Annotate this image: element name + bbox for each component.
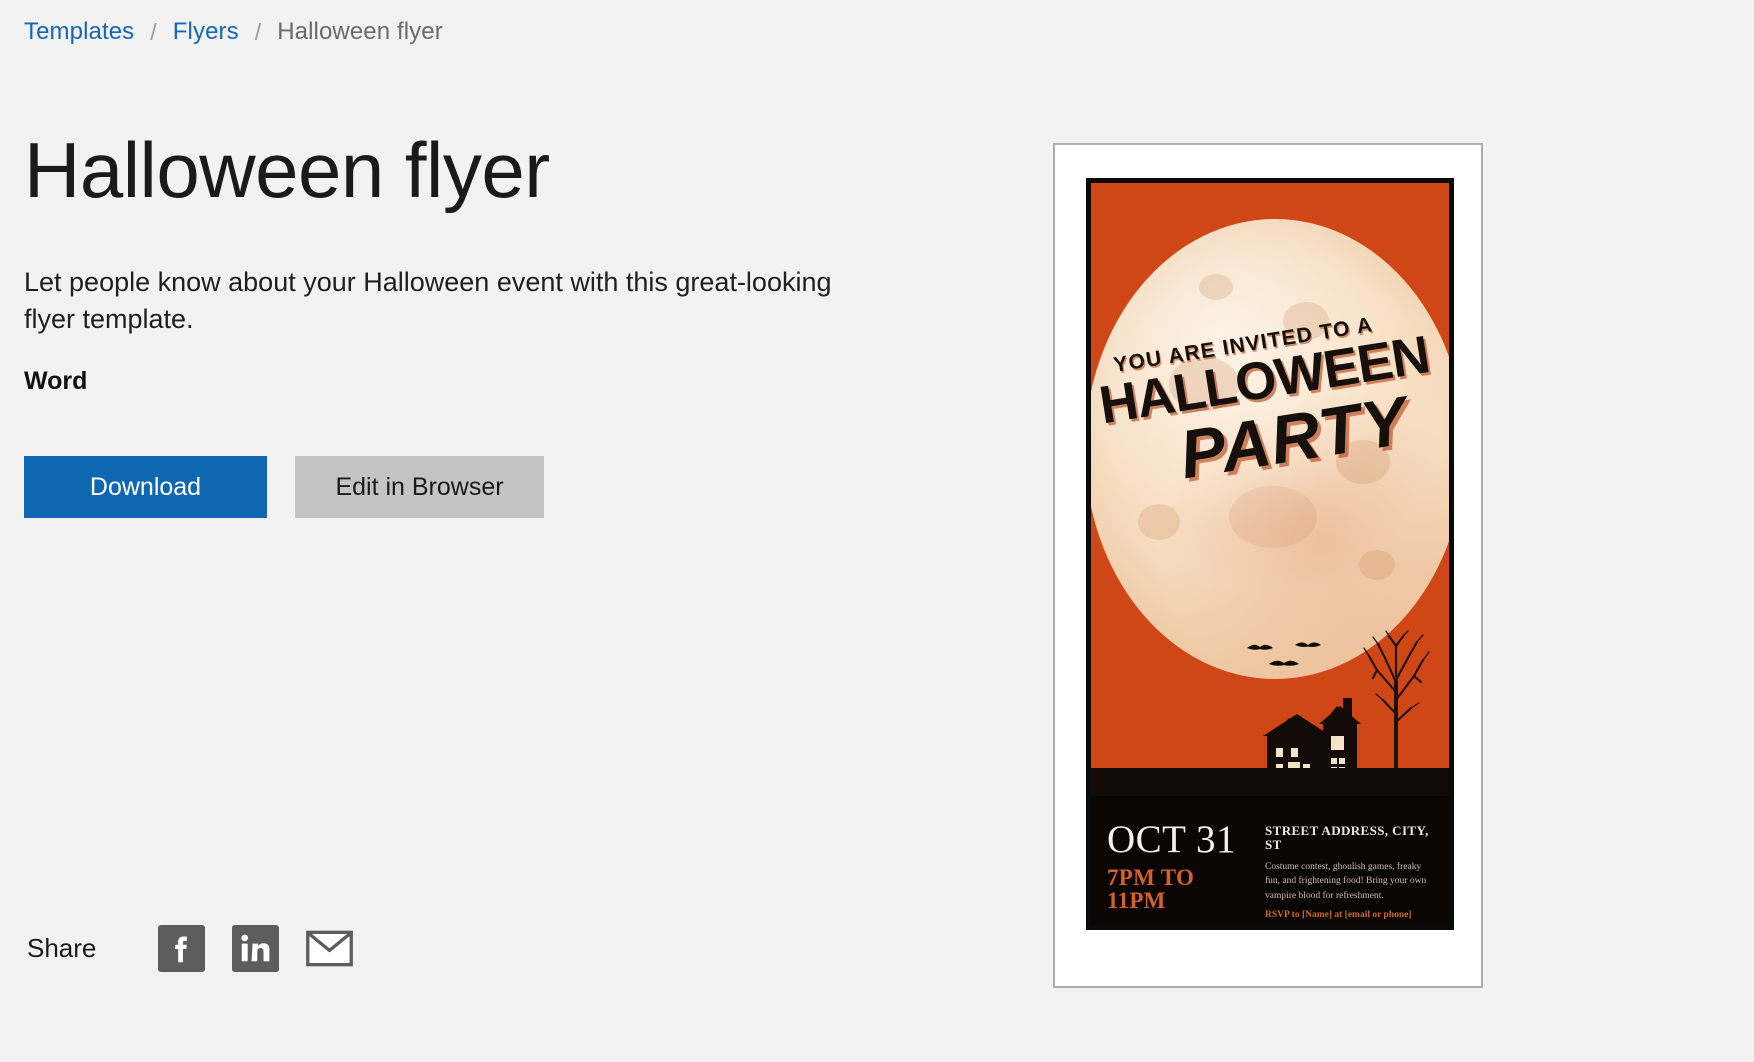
breadcrumb-separator: /	[150, 18, 157, 45]
download-button[interactable]: Download	[24, 456, 267, 519]
template-details: Halloween flyer Let people know about yo…	[24, 126, 884, 519]
share-section: Share	[27, 925, 354, 972]
poster-date: OCT 31	[1107, 818, 1237, 861]
linkedin-icon[interactable]	[232, 925, 280, 972]
bare-tree-icon	[1363, 630, 1430, 780]
email-icon[interactable]	[306, 925, 354, 972]
page-title: Halloween flyer	[24, 126, 550, 214]
action-button-row: Download Edit in Browser	[24, 456, 884, 519]
bats-icon	[1247, 642, 1321, 666]
template-description: Let people know about your Halloween eve…	[24, 266, 832, 334]
template-detail-page: Templates / Flyers / Halloween flyer Hal…	[0, 0, 1754, 1062]
poster-address: STREET ADDRESS, CITY, ST	[1265, 823, 1429, 853]
poster-artwork: YOU ARE INVITED TO A HALLOWEEN PARTY	[1091, 183, 1449, 806]
share-icon-list	[158, 925, 354, 972]
breadcrumb-link-flyers[interactable]: Flyers	[173, 18, 239, 46]
breadcrumb-current-page: Halloween flyer	[277, 18, 443, 45]
template-format-label: Word	[24, 367, 88, 396]
poster-footer: OCT 31 7PM TO 11PM STREET ADDRESS, CITY,…	[1091, 796, 1449, 925]
share-label: Share	[27, 933, 97, 963]
poster-date-block: OCT 31 7PM TO 11PM	[1107, 820, 1257, 912]
poster-body-text: Costume contest, ghoulish games, freaky …	[1265, 861, 1427, 902]
breadcrumb: Templates / Flyers / Halloween flyer	[24, 18, 443, 46]
poster-time: 7PM TO 11PM	[1107, 865, 1195, 913]
breadcrumb-separator: /	[254, 18, 262, 45]
poster-rsvp: RSVP to [Name] at [email or phone]	[1265, 909, 1412, 920]
edit-in-browser-button[interactable]: Edit in Browser	[295, 456, 544, 519]
template-preview-card[interactable]: YOU ARE INVITED TO A HALLOWEEN PARTY OCT…	[1053, 143, 1483, 988]
facebook-icon[interactable]	[158, 925, 206, 972]
breadcrumb-link-templates[interactable]: Templates	[24, 18, 134, 46]
halloween-flyer-poster: YOU ARE INVITED TO A HALLOWEEN PARTY OCT…	[1086, 178, 1454, 930]
poster-info-block: STREET ADDRESS, CITY, ST Costume contest…	[1257, 820, 1435, 922]
